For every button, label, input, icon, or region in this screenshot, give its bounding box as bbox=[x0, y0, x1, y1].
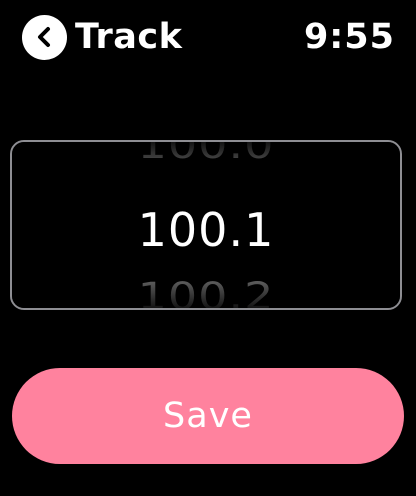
header: Track 9:55 bbox=[0, 0, 416, 76]
page-title: Track bbox=[75, 17, 183, 57]
chevron-left-icon[interactable] bbox=[22, 14, 67, 60]
picker-next-value[interactable]: 100.2 bbox=[12, 273, 400, 308]
save-button-label: Save bbox=[163, 396, 253, 436]
save-button[interactable]: Save bbox=[12, 368, 404, 464]
back-button[interactable]: Track bbox=[22, 14, 182, 60]
value-picker[interactable]: 100.0 100.1 100.2 bbox=[10, 140, 402, 310]
picker-selected-value[interactable]: 100.1 bbox=[12, 202, 400, 258]
status-time: 9:55 bbox=[303, 17, 395, 57]
picker-previous-value[interactable]: 100.0 bbox=[12, 142, 400, 168]
